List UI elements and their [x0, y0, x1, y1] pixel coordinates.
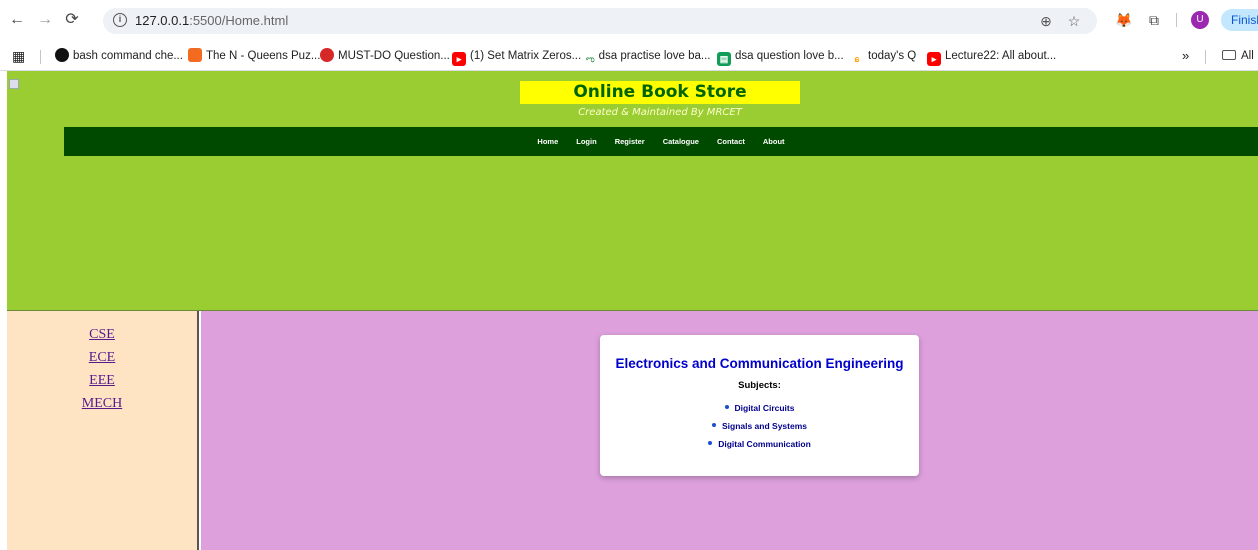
- sheets-icon: ▤: [717, 52, 731, 66]
- bullet-icon: [724, 405, 729, 409]
- browser-toolbar: ← → ⟳ i 127.0.0.1:5500/Home.html ⊕ ☆ 🦊 ⧉…: [0, 0, 1258, 40]
- subject-label: Digital Communication: [718, 439, 811, 449]
- bookmark-star-icon[interactable]: ☆: [1065, 12, 1083, 30]
- more-bookmarks-icon[interactable]: »: [1182, 47, 1189, 65]
- web-page: Online Book Store Created & Maintained B…: [7, 71, 1258, 550]
- bookmark-label: dsa question love b...: [735, 50, 844, 62]
- department-link-eee[interactable]: EEE: [89, 373, 115, 388]
- nav-link-about[interactable]: About: [763, 127, 785, 156]
- nav-link-register[interactable]: Register: [615, 127, 645, 156]
- site-title: Online Book Store: [573, 82, 747, 102]
- site-subtitle: Created & Maintained By MRCET: [578, 107, 742, 118]
- url-text[interactable]: 127.0.0.1:5500/Home.html: [135, 13, 288, 28]
- list-item: MECH: [7, 391, 197, 414]
- all-bookmarks-folder[interactable]: All: [1222, 47, 1254, 65]
- bookmark-item[interactable]: ▸ Lecture22: All about...: [927, 47, 1057, 66]
- nav-link-login[interactable]: Login: [576, 127, 596, 156]
- url-host: 127.0.0.1: [135, 13, 190, 28]
- bookmark-item[interactable]: The N - Queens Puz...: [188, 47, 320, 65]
- list-item: EEE: [7, 368, 197, 391]
- site-header: Online Book Store Created & Maintained B…: [7, 71, 1258, 311]
- bookmark-label: (1) Set Matrix Zeros...: [470, 50, 582, 62]
- extensions-puzzle-icon[interactable]: ⧉: [1144, 10, 1164, 30]
- nav-link-catalogue[interactable]: Catalogue: [663, 127, 699, 156]
- main-content: Electronics and Communication Engineerin…: [201, 311, 1258, 550]
- subject-label: Signals and Systems: [721, 421, 808, 431]
- subject-label: Digital Circuits: [734, 403, 795, 413]
- nav-link-contact[interactable]: Contact: [717, 127, 745, 156]
- bookmark-item[interactable]: ▤ dsa question love b...: [717, 47, 844, 66]
- forward-arrow-icon[interactable]: →: [34, 9, 56, 31]
- geeksforgeeks-icon: ಌ: [586, 52, 595, 66]
- bookmarks-divider: [1205, 50, 1206, 64]
- bookmarks-bar: ▦ bash command che... The N - Queens Puz…: [0, 40, 1258, 71]
- subject-item: Signals and Systems: [600, 417, 919, 435]
- subjects-label: Subjects:: [738, 380, 781, 391]
- back-arrow-icon[interactable]: ←: [6, 9, 28, 31]
- list-item: CSE: [7, 322, 197, 345]
- department-link-ece[interactable]: ECE: [89, 350, 115, 365]
- folder-icon: [1222, 50, 1236, 60]
- bookmark-label: The N - Queens Puz...: [206, 50, 321, 62]
- bullet-icon: [711, 423, 716, 427]
- bookmark-item[interactable]: ಌ dsa practise love ba...: [586, 47, 711, 66]
- profile-avatar[interactable]: U: [1191, 11, 1209, 29]
- bookmark-label: dsa practise love ba...: [598, 50, 711, 62]
- subjects-list: Digital Circuits Signals and Systems Dig…: [600, 399, 919, 453]
- bookmark-label: Lecture22: All about...: [945, 50, 1057, 62]
- address-bar[interactable]: i 127.0.0.1:5500/Home.html ⊕ ☆: [103, 8, 1097, 34]
- department-card: Electronics and Communication Engineerin…: [600, 335, 919, 476]
- bookmark-item[interactable]: ▸ (1) Set Matrix Zeros...: [452, 47, 582, 66]
- metamask-extension-icon[interactable]: 🦊: [1114, 10, 1134, 30]
- site-title-box: Online Book Store: [520, 81, 800, 104]
- finish-update-button[interactable]: Finish: [1221, 9, 1258, 31]
- toolbar-divider: [1176, 13, 1177, 27]
- department-sidebar: CSE ECE EEE MECH: [7, 311, 199, 550]
- zoom-icon[interactable]: ⊕: [1037, 12, 1055, 30]
- codingninjas-icon: [188, 48, 202, 62]
- reload-icon[interactable]: ⟳: [61, 9, 83, 31]
- bookmarks-divider: [40, 50, 41, 64]
- subject-item: Digital Circuits: [600, 399, 919, 417]
- url-path: :5500/Home.html: [189, 13, 289, 28]
- bullet-icon: [708, 441, 713, 445]
- nav-link-home[interactable]: Home: [537, 127, 558, 156]
- bookmark-label: bash command che...: [73, 50, 183, 62]
- subject-item: Digital Communication: [600, 435, 919, 453]
- youtube-icon: ▸: [927, 52, 941, 66]
- bookmark-label: MUST-DO Question...: [338, 50, 450, 62]
- bookmark-item[interactable]: bash command che...: [55, 47, 183, 65]
- department-link-cse[interactable]: CSE: [89, 327, 115, 342]
- github-icon: [55, 48, 69, 62]
- department-link-mech[interactable]: MECH: [82, 396, 122, 411]
- broken-image-icon: [9, 79, 19, 89]
- bookmark-item[interactable]: ɕ today's Q: [850, 47, 917, 66]
- youtube-icon: ▸: [452, 52, 466, 66]
- nav-menu-bar: Home Login Register Catalogue Contact Ab…: [64, 127, 1258, 156]
- site-info-icon[interactable]: i: [113, 13, 127, 27]
- bookmark-item[interactable]: MUST-DO Question...: [320, 47, 450, 65]
- department-heading: Electronics and Communication Engineerin…: [615, 356, 904, 371]
- apps-grid-icon[interactable]: ▦: [12, 47, 25, 65]
- nav-menu: Home Login Register Catalogue Contact Ab…: [64, 127, 1258, 156]
- bookmark-label: today's Q: [868, 50, 917, 62]
- list-item: ECE: [7, 345, 197, 368]
- all-bookmarks-label: All: [1241, 50, 1254, 62]
- department-list: CSE ECE EEE MECH: [7, 322, 197, 414]
- takeuforward-icon: [320, 48, 334, 62]
- leetcode-icon: ɕ: [850, 52, 864, 66]
